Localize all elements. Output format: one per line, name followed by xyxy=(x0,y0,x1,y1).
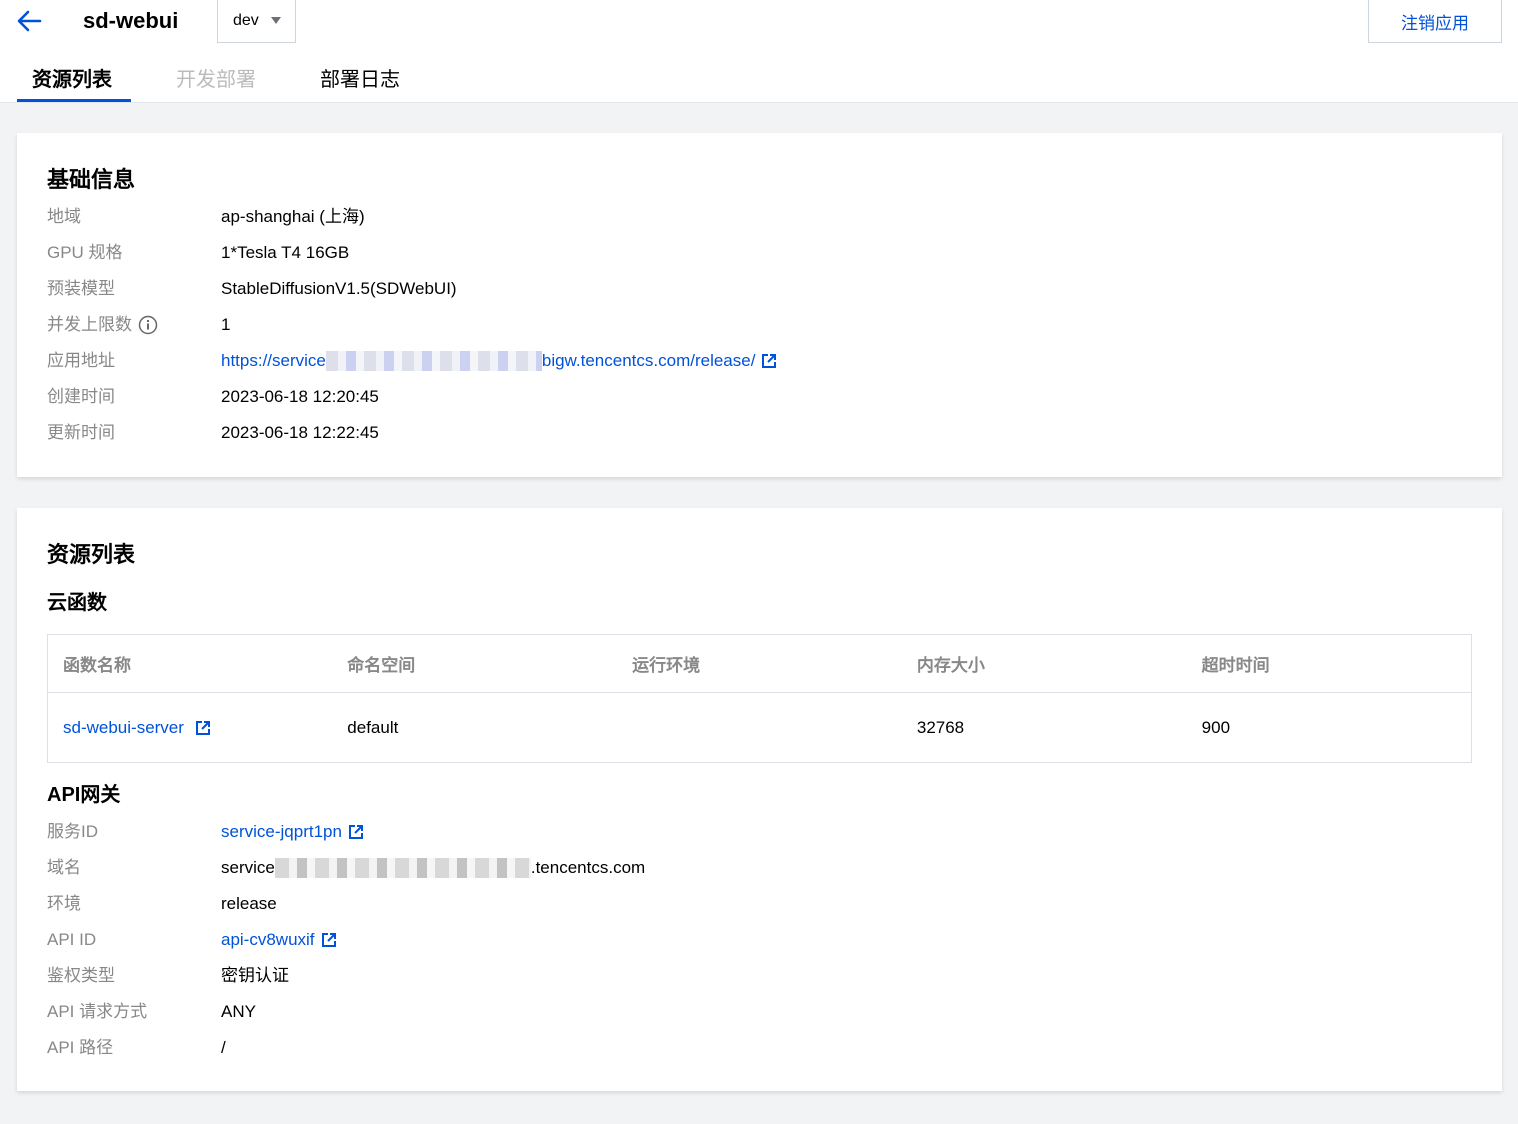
arrow-left-icon xyxy=(17,10,42,32)
table-header-row: 函数名称 命名空间 运行环境 内存大小 超时时间 xyxy=(47,634,1472,693)
info-value: 1 xyxy=(221,315,231,334)
external-link-icon[interactable] xyxy=(195,720,211,736)
tab-dev-deploy[interactable]: 开发部署 xyxy=(176,66,256,94)
col-header: 内存大小 xyxy=(901,634,1187,693)
basic-info-title: 基础信息 xyxy=(47,167,136,192)
info-row-app-url: 应用地址 https://service bigw.tencentcs.com/… xyxy=(47,350,1447,372)
info-value: 2023-06-18 12:22:45 xyxy=(221,423,379,442)
function-name-link[interactable]: sd-webui-server xyxy=(48,693,333,763)
api-label: API 路径 xyxy=(47,1038,114,1057)
info-label-wrap: 并发上限数 xyxy=(47,314,158,336)
api-id-link[interactable]: api-cv8wuxif xyxy=(221,929,337,951)
info-label: 创建时间 xyxy=(47,387,115,406)
redacted-blur xyxy=(325,351,542,371)
domain-value: service .tencentcs.com xyxy=(221,857,645,879)
service-id-value: service-jqprt1pn xyxy=(221,822,342,841)
api-label: API ID xyxy=(47,930,97,949)
info-label: 并发上限数 xyxy=(47,315,132,334)
function-timeout: 900 xyxy=(1201,717,1231,737)
resource-list-card: 资源列表 云函数 函数名称 命名空间 运行环境 内存大小 超时时间 sd-web… xyxy=(17,508,1502,1091)
function-memory: 32768 xyxy=(916,717,965,737)
external-link-icon[interactable] xyxy=(761,353,777,369)
tab-deploy-log[interactable]: 部署日志 xyxy=(320,66,400,94)
table-row: sd-webui-server default 32768 900 xyxy=(48,693,1472,763)
resource-list-title: 资源列表 xyxy=(47,542,136,567)
function-namespace: default xyxy=(347,717,399,737)
info-label: 地域 xyxy=(47,207,81,226)
function-name: sd-webui-server xyxy=(63,717,184,737)
api-value: / xyxy=(221,1038,226,1057)
api-row-service-id: 服务ID service-jqprt1pn xyxy=(47,821,1447,843)
api-gateway-title: API网关 xyxy=(47,784,121,806)
info-label: GPU 规格 xyxy=(47,243,123,262)
info-value: ap-shanghai (上海) xyxy=(221,207,365,226)
tab-resource-list[interactable]: 资源列表 xyxy=(32,66,112,94)
function-runtime xyxy=(617,693,902,763)
api-row-auth: 鉴权类型 密钥认证 xyxy=(47,965,1447,987)
app-url-suffix: bigw.tencentcs.com/release/ xyxy=(541,351,756,370)
api-row-path: API 路径 / xyxy=(47,1037,1447,1059)
app-url-prefix: https://service xyxy=(221,351,326,370)
api-row-api-id: API ID api-cv8wuxif xyxy=(47,929,1447,951)
col-header: 超时时间 xyxy=(1186,634,1472,693)
col-header: 函数名称 xyxy=(47,634,333,693)
domain-prefix: service xyxy=(221,858,275,877)
api-label: 鉴权类型 xyxy=(47,966,115,985)
logout-app-button[interactable]: 注销应用 xyxy=(1368,0,1502,43)
info-value: 2023-06-18 12:20:45 xyxy=(221,387,379,406)
api-label: 环境 xyxy=(47,894,81,913)
api-id-value: api-cv8wuxif xyxy=(221,930,315,949)
api-row-env: 环境 release xyxy=(47,893,1447,915)
info-row-gpu: GPU 规格 1*Tesla T4 16GB xyxy=(47,242,1447,264)
app-url-link[interactable]: https://service bigw.tencentcs.com/relea… xyxy=(221,350,777,372)
api-label: API 请求方式 xyxy=(47,1002,148,1021)
active-tab-indicator xyxy=(17,99,131,102)
api-value: release xyxy=(221,894,277,913)
info-label: 预装模型 xyxy=(47,279,115,298)
env-select-value: dev xyxy=(233,12,259,29)
info-row-updated: 更新时间 2023-06-18 12:22:45 xyxy=(47,422,1447,444)
info-value: 1*Tesla T4 16GB xyxy=(221,243,350,262)
api-value: ANY xyxy=(221,1002,256,1021)
col-header: 命名空间 xyxy=(332,634,618,693)
cloud-function-title: 云函数 xyxy=(47,592,107,614)
cloud-function-table: 函数名称 命名空间 运行环境 内存大小 超时时间 sd-webui-server… xyxy=(47,634,1472,763)
info-label: 应用地址 xyxy=(47,351,115,370)
service-id-link[interactable]: service-jqprt1pn xyxy=(221,821,364,843)
api-label: 域名 xyxy=(47,858,81,877)
top-bar: sd-webui dev 注销应用 资源列表 开发部署 部署日志 xyxy=(0,0,1518,103)
domain-suffix: .tencentcs.com xyxy=(530,858,646,877)
redacted-blur xyxy=(274,858,531,878)
info-row-model: 预装模型 StableDiffusionV1.5(SDWebUI) xyxy=(47,278,1447,300)
col-header: 运行环境 xyxy=(617,634,902,693)
info-value: StableDiffusionV1.5(SDWebUI) xyxy=(221,279,457,298)
external-link-icon[interactable] xyxy=(321,932,337,948)
info-label: 更新时间 xyxy=(47,423,115,442)
caret-down-icon xyxy=(271,17,281,24)
info-row-region: 地域 ap-shanghai (上海) xyxy=(47,206,1447,228)
api-row-method: API 请求方式 ANY xyxy=(47,1001,1447,1023)
api-value: 密钥认证 xyxy=(221,966,289,985)
info-row-concurrency: 并发上限数 1 xyxy=(47,314,1447,336)
basic-info-card: 基础信息 地域 ap-shanghai (上海) GPU 规格 1*Tesla … xyxy=(17,133,1502,477)
api-label: 服务ID xyxy=(47,822,98,841)
external-link-icon[interactable] xyxy=(348,824,364,840)
info-circle-icon[interactable] xyxy=(138,315,158,335)
info-row-created: 创建时间 2023-06-18 12:20:45 xyxy=(47,386,1447,408)
env-select[interactable]: dev xyxy=(217,0,296,43)
app-title: sd-webui xyxy=(83,8,179,33)
back-button[interactable] xyxy=(14,6,44,36)
api-row-domain: 域名 service .tencentcs.com xyxy=(47,857,1447,879)
